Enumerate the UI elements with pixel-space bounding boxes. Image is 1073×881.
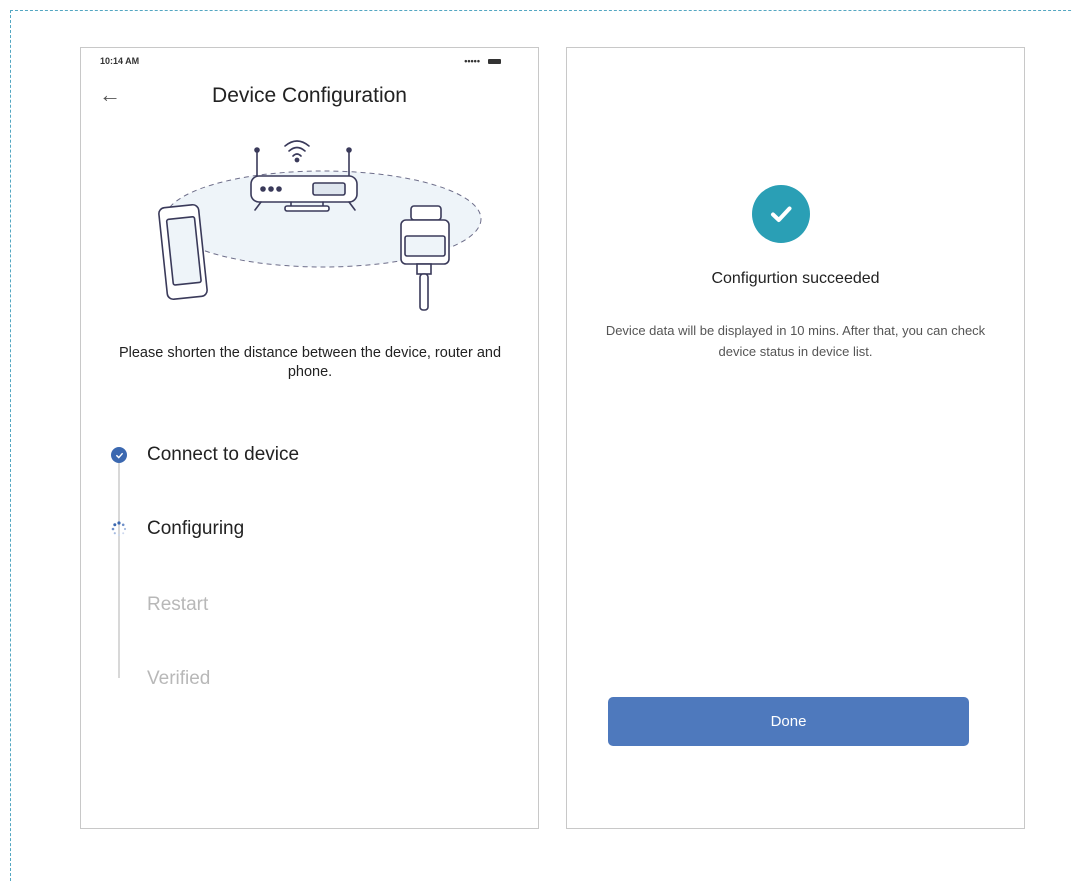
step-label: Configuring	[147, 518, 245, 539]
configuration-success-screen: Configurtion succeeded Device data will …	[566, 47, 1025, 829]
signal-icon: •••••	[464, 56, 480, 66]
battery-icon	[488, 58, 501, 64]
pending-dot-icon	[111, 671, 127, 687]
phone-icon	[158, 203, 208, 301]
sensor-device-icon	[400, 205, 450, 311]
step-label: Connect to device	[147, 444, 300, 465]
steps-connector-line	[118, 450, 120, 678]
status-bar-icons: •••••	[464, 56, 501, 66]
step-label: Restart	[147, 594, 209, 615]
distance-hint: Please shorten the distance between the …	[118, 345, 502, 380]
device-configuration-screen: 10:14 AM ••••• ← Device Configuration Pl…	[80, 47, 539, 829]
success-title: Configurtion succeeded	[711, 270, 880, 287]
device-router-phone-illustration	[158, 140, 482, 311]
check-circle-icon	[752, 185, 810, 243]
status-time: 10:14 AM	[100, 56, 140, 66]
page-title: Device Configuration	[212, 84, 407, 107]
done-button[interactable]: Done	[608, 697, 969, 746]
pending-dot-icon	[111, 597, 127, 613]
wifi-router-icon	[250, 140, 358, 212]
check-dot-icon	[111, 447, 127, 463]
success-description: Device data will be displayed in 10 mins…	[605, 323, 986, 359]
step-label: Verified	[147, 668, 211, 689]
spinner-icon	[111, 521, 127, 537]
